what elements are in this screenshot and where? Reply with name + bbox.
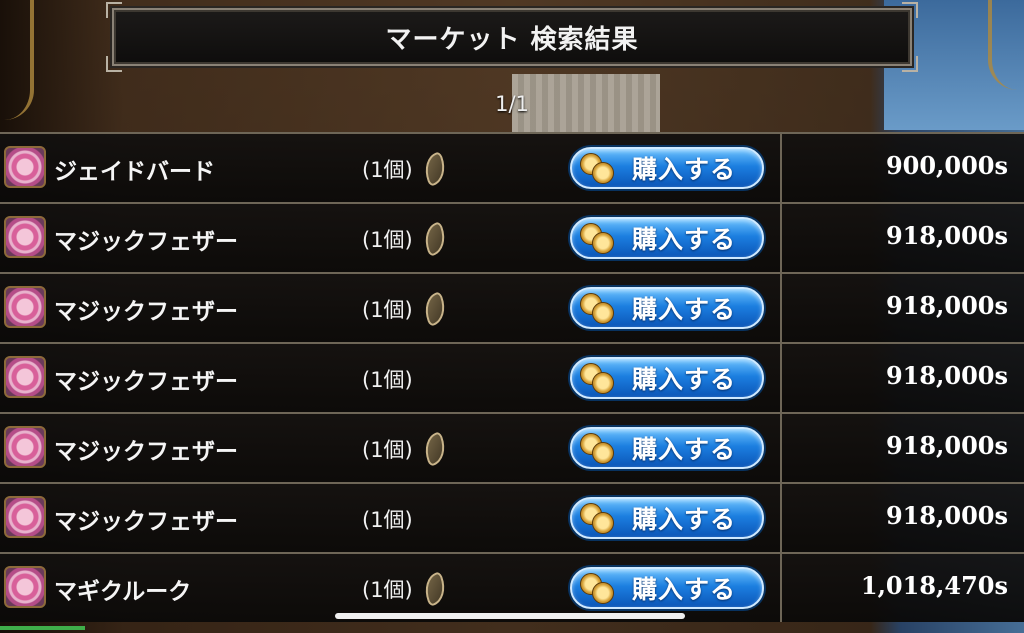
home-indicator[interactable]	[335, 613, 685, 619]
item-price: 918,000s	[885, 291, 1008, 320]
buy-button[interactable]: 購入する	[570, 147, 764, 189]
item-quantity: (1個)	[362, 228, 413, 252]
buy-button[interactable]: 購入する	[570, 357, 764, 399]
ring-item-icon[interactable]	[4, 566, 46, 608]
title-bar: マーケット 検索結果	[106, 2, 918, 72]
coins-icon	[580, 293, 614, 324]
item-price: 918,000s	[885, 221, 1008, 250]
item-price: 1,018,470s	[860, 571, 1008, 600]
seed-icon	[419, 291, 451, 327]
item-quantity: (1個)	[362, 158, 413, 182]
ring-item-icon[interactable]	[4, 496, 46, 538]
market-listing-row: マジックフェザー (1個) 購入する 918,000s	[0, 412, 1024, 482]
frame-corner-icon	[902, 56, 918, 72]
column-divider	[780, 134, 782, 202]
market-listing-row: マギクルーク (1個) 購入する 1,018,470s	[0, 552, 1024, 622]
coins-icon	[580, 433, 614, 464]
ring-item-icon[interactable]	[4, 216, 46, 258]
seed-icon	[419, 571, 451, 607]
item-name: ジェイドバード	[54, 159, 215, 185]
item-name: マギクルーク	[54, 579, 192, 605]
column-divider	[780, 414, 782, 482]
seed-icon	[419, 221, 451, 257]
buy-button-label: 購入する	[632, 365, 737, 394]
item-price: 918,000s	[885, 361, 1008, 390]
coins-icon	[580, 223, 614, 254]
item-name: マジックフェザー	[54, 369, 238, 395]
progress-strip	[0, 626, 85, 630]
frame-corner-icon	[106, 56, 122, 72]
buy-button[interactable]: 購入する	[570, 217, 764, 259]
coins-icon	[580, 573, 614, 604]
item-quantity: (1個)	[362, 438, 413, 462]
market-listing-row: ジェイドバード (1個) 購入する 900,000s	[0, 132, 1024, 202]
item-price: 918,000s	[885, 431, 1008, 460]
buy-button[interactable]: 購入する	[570, 497, 764, 539]
frame-corner-icon	[902, 2, 918, 18]
page-title: マーケット 検索結果	[385, 24, 639, 55]
coins-icon	[580, 153, 614, 184]
item-price: 900,000s	[885, 151, 1008, 180]
item-quantity: (1個)	[362, 508, 413, 532]
market-listing-row: マジックフェザー (1個) 購入する 918,000s	[0, 272, 1024, 342]
item-name: マジックフェザー	[54, 299, 238, 325]
item-quantity: (1個)	[362, 368, 413, 392]
coins-icon	[580, 363, 614, 394]
column-divider	[780, 484, 782, 552]
ring-item-icon[interactable]	[4, 146, 46, 188]
item-price: 918,000s	[885, 501, 1008, 530]
buy-button-label: 購入する	[632, 575, 737, 604]
market-listing-row: マジックフェザー (1個) 購入する 918,000s	[0, 482, 1024, 552]
column-divider	[780, 274, 782, 342]
result-list: ジェイドバード (1個) 購入する 900,000s マジックフェザー (1個) 購入する 9…	[0, 132, 1024, 622]
buy-button-label: 購入する	[632, 505, 737, 534]
ornament-right-icon	[988, 0, 1024, 90]
buy-button[interactable]: 購入する	[570, 427, 764, 469]
ring-item-icon[interactable]	[4, 356, 46, 398]
seed-icon	[419, 431, 451, 467]
buy-button[interactable]: 購入する	[570, 287, 764, 329]
buy-button-label: 購入する	[632, 225, 737, 254]
item-name: マジックフェザー	[54, 439, 238, 465]
market-listing-row: マジックフェザー (1個) 購入する 918,000s	[0, 202, 1024, 272]
column-divider	[780, 344, 782, 412]
buy-button-label: 購入する	[632, 435, 737, 464]
market-listing-row: マジックフェザー (1個) 購入する 918,000s	[0, 342, 1024, 412]
item-name: マジックフェザー	[54, 509, 238, 535]
seed-icon	[419, 151, 451, 187]
column-divider	[780, 554, 782, 622]
buy-button-label: 購入する	[632, 155, 737, 184]
buy-button-label: 購入する	[632, 295, 737, 324]
coins-icon	[580, 503, 614, 534]
column-divider	[780, 204, 782, 272]
page-indicator: 1/1	[495, 92, 529, 116]
item-quantity: (1個)	[362, 578, 413, 602]
ring-item-icon[interactable]	[4, 286, 46, 328]
buy-button[interactable]: 購入する	[570, 567, 764, 609]
item-name: マジックフェザー	[54, 229, 238, 255]
ring-item-icon[interactable]	[4, 426, 46, 468]
frame-corner-icon	[106, 2, 122, 18]
item-quantity: (1個)	[362, 298, 413, 322]
